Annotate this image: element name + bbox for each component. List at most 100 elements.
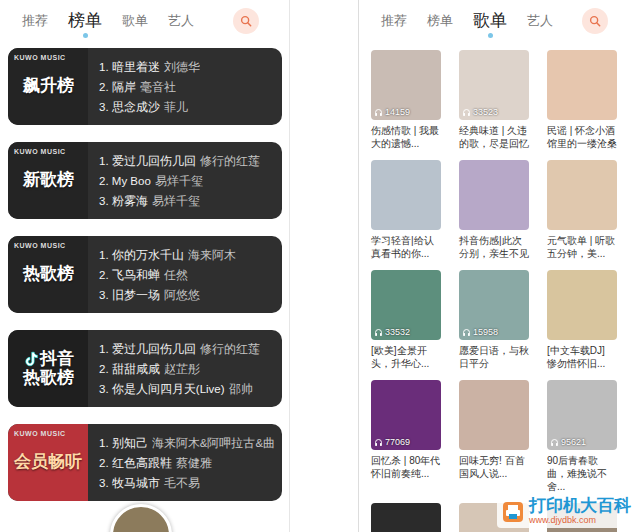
rank-card[interactable]: KUWO MUSIC 飙升榜 1. 暗里着迷刘德华2. 隔岸毫音社3. 思念成沙菲儿 [8, 48, 282, 125]
cover-row: 抖音 [22, 350, 74, 369]
cover-row: 热歌榜 [23, 369, 74, 388]
watermark-url: www.djydbk.com [529, 516, 631, 526]
play-count: 95621 [550, 437, 586, 448]
cover-title: 飙升榜 [23, 77, 74, 96]
playlist-title: 回味无穷! 百首国风人说... [459, 454, 529, 480]
song-number: 2. [99, 457, 109, 469]
song-title: 红色高跟鞋 [112, 457, 172, 469]
play-count-text: 33523 [473, 107, 498, 118]
song-row[interactable]: 2. 甜甜咸咸赵芷彤 [99, 359, 260, 379]
playlist-tile[interactable] [371, 503, 441, 532]
tab[interactable]: 艺人 [517, 13, 563, 29]
playlist-cover[interactable] [371, 503, 441, 532]
play-count: 15958 [462, 327, 498, 338]
song-number: 1. [99, 249, 109, 261]
rank-cover: KUWO MUSIC会员畅听 [8, 424, 88, 501]
rank-cover: KUWO MUSIC热歌榜 [8, 236, 88, 313]
song-title: 牧马城市 [112, 477, 160, 489]
song-artist: 海来阿木&阿呷拉古&曲 [152, 437, 275, 449]
song-artist: 蔡健雅 [176, 457, 212, 469]
tab-bar: 推荐榜单歌单艺人 [359, 0, 641, 42]
tab[interactable]: 歌单 [463, 11, 517, 31]
playlist-cover[interactable] [547, 50, 617, 120]
playlist-cover[interactable]: 33532 [371, 270, 441, 340]
song-artist: 刘德华 [164, 61, 200, 73]
playlist-cover[interactable]: 33523 [459, 50, 529, 120]
playlist-tile[interactable]: 学习轻音|给认真看书的你... [371, 160, 441, 260]
playlist-cover[interactable]: 95621 [547, 380, 617, 450]
song-row[interactable]: 3. 你是人间四月天(Live)邵帅 [99, 379, 260, 399]
rank-card[interactable]: KUWO MUSIC会员畅听1. 别知己海来阿木&阿呷拉古&曲2. 红色高跟鞋蔡… [8, 424, 282, 501]
song-row[interactable]: 2. 红色高跟鞋蔡健雅 [99, 453, 275, 473]
song-list: 1. 你的万水千山海来阿木2. 飞鸟和蝉任然3. 旧梦一场阿悠悠 [88, 236, 236, 313]
playlist-tile[interactable]: 77069回忆杀 | 80年代怀旧前奏纯... [371, 380, 441, 493]
rank-cover: KUWO MUSIC 飙升榜 [8, 48, 88, 125]
song-row[interactable]: 2. 隔岸毫音社 [99, 77, 200, 97]
playlist-cover[interactable] [547, 270, 617, 340]
song-title: 粉雾海 [112, 195, 148, 207]
headphone-icon [462, 108, 471, 117]
playlist-cover[interactable] [459, 160, 529, 230]
song-row[interactable]: 2. 飞鸟和蝉任然 [99, 265, 236, 285]
rank-card[interactable]: KUWO MUSIC热歌榜1. 你的万水千山海来阿木2. 飞鸟和蝉任然3. 旧梦… [8, 236, 282, 313]
playlist-tile[interactable]: 15958愿爱日语，与秋日平分 [459, 270, 529, 370]
playlist-tile[interactable]: 抖音伤感|此次分别，亲生不见 [459, 160, 529, 260]
song-row[interactable]: 1. 爱过几回伤几回修行的红莲 [99, 151, 260, 171]
cover-logo: KUWO MUSIC [14, 241, 66, 252]
song-title: 你是人间四月天(Live) [112, 383, 225, 395]
playlist-cover[interactable] [371, 160, 441, 230]
song-row[interactable]: 1. 你的万水千山海来阿木 [99, 245, 236, 265]
cover-title: 抖音 [40, 350, 74, 369]
playlist-title: 伤感情歌 | 我最大的遗憾... [371, 124, 441, 150]
song-row[interactable]: 3. 牧马城市毛不易 [99, 473, 275, 493]
playlist-cover[interactable] [459, 380, 529, 450]
play-count: 33532 [374, 327, 410, 338]
tab-bar: 推荐榜单歌单艺人 [0, 0, 289, 42]
song-artist: 阿悠悠 [164, 289, 200, 301]
song-title: 甜甜咸咸 [112, 363, 160, 375]
song-row[interactable]: 2. My Boo易烊千玺 [99, 171, 260, 191]
song-title: 爱过几回伤几回 [112, 155, 196, 167]
song-row[interactable]: 1. 爱过几回伤几回修行的红莲 [99, 339, 260, 359]
playlist-tile[interactable]: 回味无穷! 百首国风人说... [459, 380, 529, 493]
playlist-cover[interactable]: 77069 [371, 380, 441, 450]
playlist-title: [欧美]全景开头，升华心... [371, 344, 441, 370]
playlist-cover[interactable]: 14159 [371, 50, 441, 120]
rank-card[interactable]: 抖音热歌榜1. 爱过几回伤几回修行的红莲2. 甜甜咸咸赵芷彤3. 你是人间四月天… [8, 330, 282, 407]
song-row[interactable]: 3. 思念成沙菲儿 [99, 97, 200, 117]
cover-logo: KUWO MUSIC [14, 53, 66, 64]
playlist-tile[interactable]: 33532 [欧美]全景开头，升华心... [371, 270, 441, 370]
song-number: 3. [99, 383, 109, 395]
song-number: 3. [99, 101, 109, 113]
mini-player-cover[interactable] [110, 504, 172, 532]
song-row[interactable]: 3. 粉雾海易烊千玺 [99, 191, 260, 211]
playlist-tile[interactable]: 33523经典味道 | 久违的歌，尽是回忆 [459, 50, 529, 150]
headphone-icon [374, 438, 383, 447]
search-button[interactable] [233, 8, 259, 34]
playlist-tile[interactable]: [中文车载DJ] 惨勿惜怀旧... [547, 270, 617, 370]
playlist-cover[interactable] [547, 160, 617, 230]
rank-card[interactable]: KUWO MUSIC新歌榜1. 爱过几回伤几回修行的红莲2. My Boo易烊千… [8, 142, 282, 219]
playlist-tile[interactable]: 9562190后青春歌曲，难挽说不舍... [547, 380, 617, 493]
song-row[interactable]: 3. 旧梦一场阿悠悠 [99, 285, 236, 305]
song-title: 你的万水千山 [112, 249, 184, 261]
gutter [290, 0, 358, 532]
song-row[interactable]: 1. 暗里着迷刘德华 [99, 57, 200, 77]
song-row[interactable]: 1. 别知己海来阿木&阿呷拉古&曲 [99, 433, 275, 453]
song-title: 别知己 [112, 437, 148, 449]
screenshot-pair: 推荐榜单歌单艺人KUWO MUSIC飙升榜1. 暗里着迷刘德华2. 隔岸毫音社3… [0, 0, 641, 532]
playlist-tile[interactable]: 民谣 | 怀念小酒馆里的一缕沧桑 [547, 50, 617, 150]
playlist-tile[interactable]: 元气歌单 | 听歌五分钟，美... [547, 160, 617, 260]
tab[interactable]: 榜单 [58, 11, 112, 31]
tab[interactable]: 推荐 [12, 13, 58, 29]
song-artist: 易烊千玺 [155, 175, 203, 187]
play-count: 33523 [462, 107, 498, 118]
tab[interactable]: 推荐 [371, 13, 417, 29]
playlist-tile[interactable]: 14159 伤感情歌 | 我最大的遗憾... [371, 50, 441, 150]
song-title: My Boo [112, 175, 151, 187]
tab[interactable]: 榜单 [417, 13, 463, 29]
search-button[interactable] [582, 8, 608, 34]
tab[interactable]: 艺人 [158, 13, 204, 29]
tab[interactable]: 歌单 [112, 13, 158, 29]
playlist-cover[interactable]: 15958 [459, 270, 529, 340]
